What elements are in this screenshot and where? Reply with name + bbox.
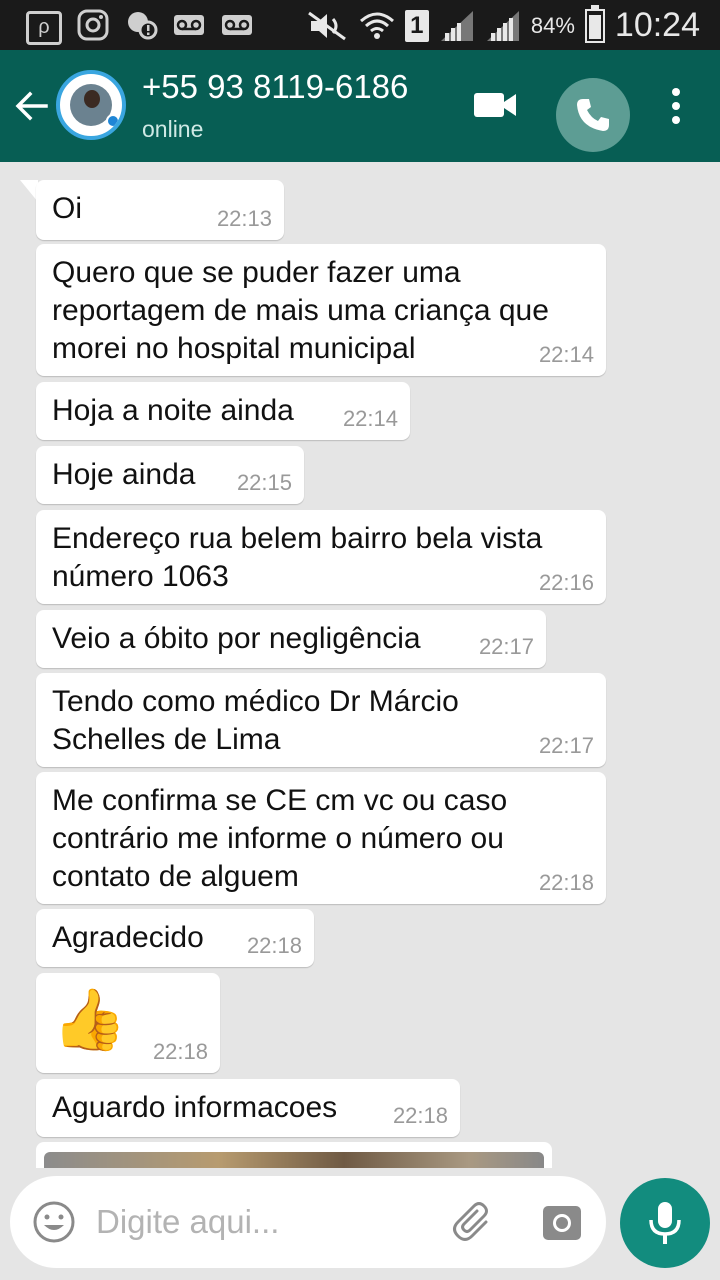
image-message-bubble[interactable] bbox=[36, 1142, 552, 1168]
contact-name[interactable]: +55 93 8119-6186 bbox=[142, 68, 408, 106]
video-call-icon[interactable] bbox=[474, 90, 518, 120]
quick-app-icon: ρ bbox=[26, 10, 62, 45]
status-bar-notifications: ρ bbox=[26, 8, 268, 47]
message-time: 22:14 bbox=[342, 406, 398, 431]
message-text: Hoje ainda bbox=[52, 458, 196, 491]
message-bubble-emoji[interactable]: 👍 22:18 bbox=[36, 973, 220, 1073]
phone-icon bbox=[577, 99, 609, 131]
message-text: Agradecido bbox=[52, 921, 204, 954]
message-text: Hoja a noite ainda bbox=[52, 394, 294, 427]
message-bubble[interactable]: Me confirma se CE cm vc ou caso contrári… bbox=[36, 772, 606, 904]
battery-icon bbox=[584, 4, 605, 43]
message-bubble[interactable]: Hoja a noite ainda 22:14 bbox=[36, 382, 410, 440]
message-bubble[interactable]: Hoje ainda 22:15 bbox=[36, 446, 304, 504]
message-bubble[interactable]: Agradecido 22:18 bbox=[36, 909, 314, 967]
back-arrow-icon[interactable] bbox=[14, 88, 50, 124]
contact-status: online bbox=[142, 116, 204, 142]
battery-percent: 84% bbox=[530, 12, 575, 38]
instagram-icon bbox=[76, 8, 110, 47]
message-time: 22:15 bbox=[236, 470, 292, 495]
chat-header: +55 93 8119-6186 online bbox=[0, 50, 720, 162]
message-time: 22:18 bbox=[246, 933, 302, 958]
message-time: 22:18 bbox=[392, 1103, 448, 1128]
voicemail-icon bbox=[220, 8, 254, 47]
message-text: Tendo como médico Dr Márcio Schelles de … bbox=[52, 685, 459, 756]
attach-icon[interactable] bbox=[452, 1200, 496, 1244]
voice-message-button[interactable] bbox=[620, 1178, 710, 1268]
message-text: Quero que se puder fazer uma reportagem … bbox=[52, 256, 549, 365]
signal-icon bbox=[440, 10, 473, 41]
sim-slot-badge: 1 bbox=[404, 9, 429, 42]
signal-icon-2 bbox=[486, 10, 519, 41]
message-list[interactable]: Oi 22:13 Quero que se puder fazer uma re… bbox=[0, 162, 720, 1168]
image-thumbnail[interactable] bbox=[44, 1152, 544, 1168]
clock: 10:24 bbox=[614, 6, 700, 44]
status-bar-system: 1 84% 10:24 bbox=[295, 4, 700, 45]
message-input[interactable] bbox=[96, 1200, 436, 1244]
message-text: Veio a óbito por negligência bbox=[52, 622, 421, 655]
message-bubble[interactable]: Endereço rua belem bairro bela vista núm… bbox=[36, 510, 606, 604]
message-text: Me confirma se CE cm vc ou caso contrári… bbox=[52, 784, 508, 893]
message-text: Oi bbox=[52, 192, 82, 225]
mute-icon bbox=[307, 11, 346, 40]
overflow-menu-icon[interactable] bbox=[670, 88, 682, 124]
messenger-badge-icon bbox=[106, 114, 120, 128]
message-time: 22:17 bbox=[478, 634, 534, 659]
avatar[interactable] bbox=[56, 70, 126, 140]
message-time: 22:18 bbox=[152, 1039, 208, 1064]
message-input-bar bbox=[10, 1176, 606, 1268]
message-bubble[interactable]: Aguardo informacoes 22:18 bbox=[36, 1079, 460, 1137]
message-time: 22:16 bbox=[538, 570, 594, 595]
message-time: 22:14 bbox=[538, 342, 594, 367]
thumbs-up-emoji: 👍 bbox=[52, 986, 127, 1053]
voicemail-icon bbox=[172, 8, 206, 47]
microphone-icon bbox=[649, 1202, 681, 1244]
emoji-icon[interactable] bbox=[32, 1200, 76, 1244]
message-time: 22:17 bbox=[538, 733, 594, 758]
message-bubble[interactable]: Tendo como médico Dr Márcio Schelles de … bbox=[36, 673, 606, 767]
wifi-icon bbox=[359, 12, 394, 39]
status-bar: ρ 1 84% 10:24 bbox=[0, 0, 720, 50]
camera-icon[interactable] bbox=[542, 1202, 582, 1242]
message-text: Endereço rua belem bairro bela vista núm… bbox=[52, 522, 543, 593]
message-time: 22:18 bbox=[538, 870, 594, 895]
message-time: 22:13 bbox=[216, 206, 272, 231]
voice-call-button[interactable] bbox=[556, 78, 630, 152]
notification-icon bbox=[124, 8, 158, 47]
message-text: Aguardo informacoes bbox=[52, 1091, 338, 1124]
message-bubble[interactable]: Quero que se puder fazer uma reportagem … bbox=[36, 244, 606, 376]
message-bubble[interactable]: Oi 22:13 bbox=[36, 180, 284, 240]
message-bubble[interactable]: Veio a óbito por negligência 22:17 bbox=[36, 610, 546, 668]
